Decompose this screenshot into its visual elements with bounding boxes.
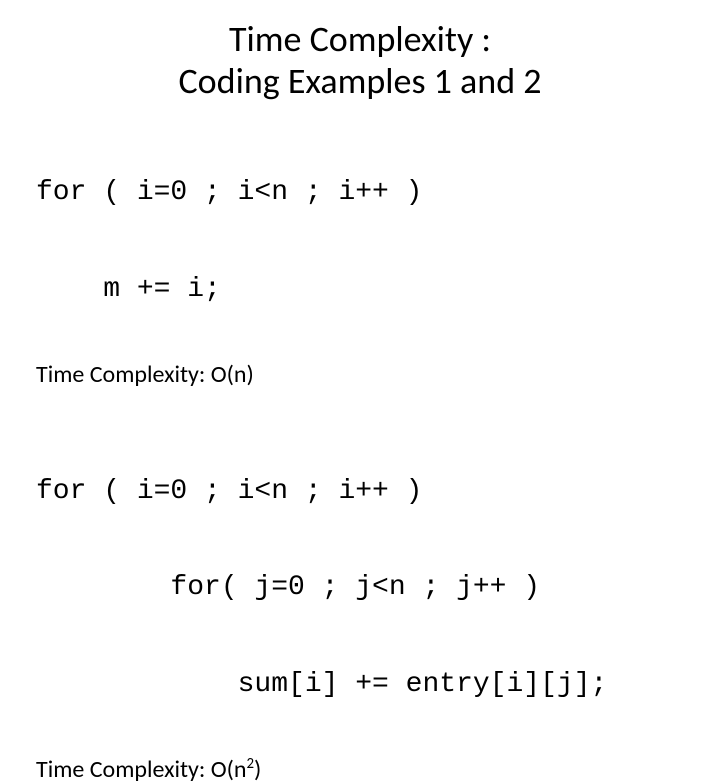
complexity-exponent: 2 <box>247 754 255 772</box>
complexity-text-prefix: Time Complexity: O(n <box>36 755 247 784</box>
code-example-2: for ( i=0 ; i<n ; i++ ) for( j=0 ; j<n ;… <box>36 411 684 733</box>
complexity-text-suffix: ) <box>254 755 261 784</box>
complexity-caption-2: Time Complexity: O(n2) <box>36 755 684 784</box>
complexity-caption-1: Time Complexity: O(n) <box>36 360 684 389</box>
slide-title: Time Complexity : Coding Examples 1 and … <box>36 18 684 103</box>
title-line-1: Time Complexity : <box>229 17 491 61</box>
code-line: for ( i=0 ; i<n ; i++ ) <box>36 177 684 209</box>
code-line: for( j=0 ; j<n ; j++ ) <box>36 572 684 604</box>
complexity-text: Time Complexity: O(n) <box>36 360 254 389</box>
code-line: sum[i] += entry[i][j]; <box>36 669 684 701</box>
code-line: for ( i=0 ; i<n ; i++ ) <box>36 476 684 508</box>
code-line: m += i; <box>36 274 684 306</box>
code-example-1: for ( i=0 ; i<n ; i++ ) m += i; <box>36 113 684 338</box>
title-line-2: Coding Examples 1 and 2 <box>178 59 541 103</box>
